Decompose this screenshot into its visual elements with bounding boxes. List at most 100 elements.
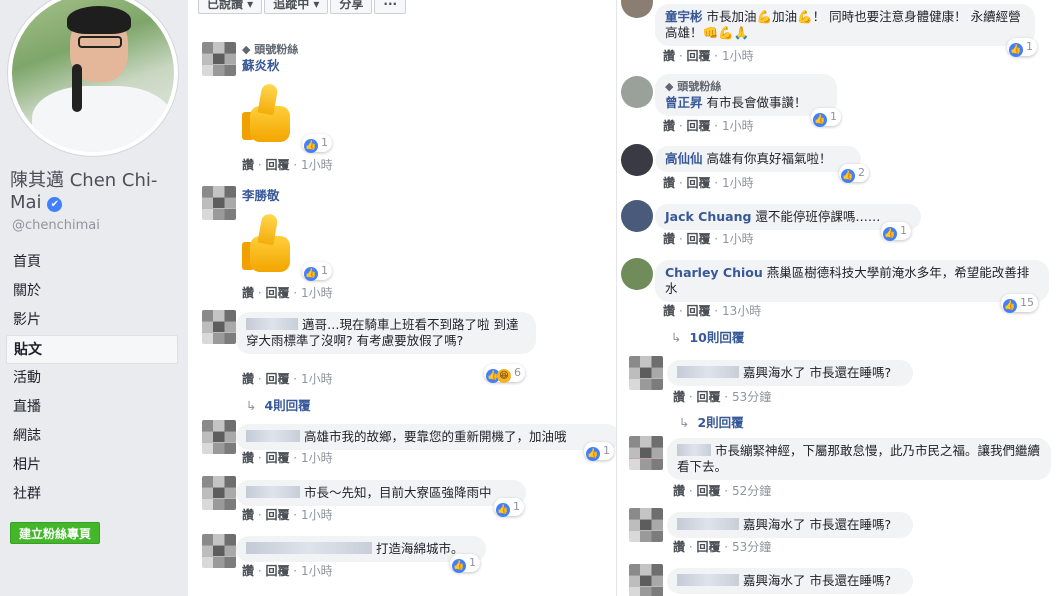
comment-author[interactable]: 曾正昇 [665, 95, 703, 110]
reply-avatar[interactable] [629, 508, 663, 542]
commenter-avatar[interactable] [621, 76, 653, 108]
commenter-avatar[interactable] [202, 186, 236, 220]
reply-link[interactable]: 回覆 [686, 304, 710, 318]
nav-videos[interactable]: 影片 [6, 306, 178, 335]
reply-link[interactable]: 回覆 [265, 451, 289, 465]
reaction-count[interactable]: 👍 15 [1001, 294, 1038, 313]
reaction-count[interactable]: 👍😆 6 [484, 364, 525, 383]
comment-author[interactable]: 童宇彬 [665, 9, 703, 24]
comment-time[interactable]: 1小時 [301, 564, 333, 578]
comment-time[interactable]: 1小時 [722, 49, 754, 63]
reply-link[interactable]: 回覆 [686, 119, 710, 133]
page-handle[interactable]: @chenchimai [12, 218, 100, 233]
more-button[interactable]: ··· [374, 0, 407, 14]
reply-link[interactable]: 回覆 [265, 372, 289, 386]
reaction-count[interactable]: 👍 1 [881, 222, 911, 241]
like-link[interactable]: 讚 [663, 304, 675, 318]
comment-author[interactable]: Jack Chuang [665, 209, 751, 224]
view-replies-link[interactable]: ↳ 4則回覆 [246, 395, 311, 414]
reply-link[interactable]: 回覆 [686, 176, 710, 190]
comment-time[interactable]: 1小時 [301, 508, 333, 522]
nav-community[interactable]: 社群 [6, 480, 178, 509]
comment-author[interactable]: 蘇炎秋 [242, 58, 280, 73]
like-link[interactable]: 讚 [663, 176, 675, 190]
share-button[interactable]: 分享 [330, 0, 373, 14]
commenter-avatar[interactable] [202, 420, 236, 454]
nav-posts[interactable]: 貼文 [6, 335, 178, 364]
reaction-count[interactable]: 👍 1 [450, 554, 480, 573]
page-name[interactable]: 陳其邁 Chen Chi-Mai ✔ [10, 170, 180, 214]
reaction-count[interactable]: 👍 1 [811, 108, 841, 127]
reply-avatar[interactable] [629, 436, 663, 470]
comment-time[interactable]: 1小時 [722, 232, 754, 246]
like-link[interactable]: 讚 [663, 49, 675, 63]
nav-notes[interactable]: 網誌 [6, 422, 178, 451]
reaction-count[interactable]: 👍 1 [584, 442, 614, 461]
like-icon: 👍 [1009, 43, 1023, 57]
reaction-count[interactable]: 👍 1 [1007, 38, 1037, 57]
like-link[interactable]: 讚 [242, 286, 254, 300]
reaction-count[interactable]: 👍 1 [494, 498, 524, 517]
comment-meta: 讚 · 回覆 · 1小時 [242, 286, 333, 300]
reply-time[interactable]: 53分鐘 [732, 390, 771, 404]
like-link[interactable]: 讚 [673, 540, 685, 554]
reply-link[interactable]: 回覆 [686, 232, 710, 246]
profile-avatar[interactable] [8, 0, 178, 156]
like-link[interactable]: 讚 [663, 232, 675, 246]
like-link[interactable]: 讚 [242, 158, 254, 172]
reply-link[interactable]: 回覆 [696, 540, 720, 554]
commenter-avatar[interactable] [202, 476, 236, 510]
commenter-avatar[interactable] [202, 310, 236, 344]
like-link[interactable]: 讚 [673, 390, 685, 404]
reply-avatar[interactable] [629, 356, 663, 390]
comment-author[interactable]: Charley Chiou [665, 265, 763, 280]
reply-link[interactable]: 回覆 [696, 390, 720, 404]
comment-time[interactable]: 1小時 [722, 176, 754, 190]
commenter-avatar[interactable] [621, 258, 653, 290]
like-link[interactable]: 讚 [242, 508, 254, 522]
reply-link[interactable]: 回覆 [265, 158, 289, 172]
reply-link[interactable]: 回覆 [265, 286, 289, 300]
blurred-author [246, 542, 372, 554]
reaction-count[interactable]: 👍 2 [839, 164, 869, 183]
liked-button[interactable]: 已說讚 ▾ [198, 0, 263, 14]
commenter-avatar[interactable] [621, 144, 653, 176]
comment-time[interactable]: 13小時 [722, 304, 761, 318]
comment-time[interactable]: 1小時 [722, 119, 754, 133]
like-link[interactable]: 讚 [242, 372, 254, 386]
like-link[interactable]: 讚 [242, 564, 254, 578]
page-name-text[interactable]: 陳其邁 Chen Chi-Mai [10, 170, 157, 213]
comment-time[interactable]: 1小時 [301, 372, 333, 386]
comment-time[interactable]: 1小時 [301, 286, 333, 300]
commenter-avatar[interactable] [202, 42, 236, 76]
nav-live[interactable]: 直播 [6, 393, 178, 422]
reply-link[interactable]: 回覆 [265, 508, 289, 522]
like-link[interactable]: 讚 [663, 119, 675, 133]
comment-author[interactable]: 李勝敬 [242, 188, 280, 203]
reply-link[interactable]: 回覆 [696, 484, 720, 498]
like-link[interactable]: 讚 [242, 451, 254, 465]
comment-author[interactable]: 高仙仙 [665, 151, 703, 166]
reaction-count[interactable]: 👍 1 [302, 262, 332, 281]
reply-link[interactable]: 回覆 [686, 49, 710, 63]
reply-link[interactable]: 回覆 [265, 564, 289, 578]
nav-events[interactable]: 活動 [6, 364, 178, 393]
view-replies-link[interactable]: ↳ 10則回覆 [671, 327, 744, 346]
nav-home[interactable]: 首頁 [6, 248, 178, 277]
like-icon: 👍 [452, 559, 466, 573]
view-replies-link[interactable]: ↳ 2則回覆 [679, 412, 744, 431]
following-button[interactable]: 追蹤中 ▾ [264, 0, 329, 14]
reply-time[interactable]: 52分鐘 [732, 484, 771, 498]
like-link[interactable]: 讚 [673, 484, 685, 498]
nav-about[interactable]: 關於 [6, 277, 178, 306]
commenter-avatar[interactable] [621, 0, 653, 18]
commenter-avatar[interactable] [621, 200, 653, 232]
reaction-count[interactable]: 👍 1 [302, 134, 332, 153]
nav-photos[interactable]: 相片 [6, 451, 178, 480]
reply-avatar[interactable] [629, 564, 663, 596]
reply-time[interactable]: 53分鐘 [732, 540, 771, 554]
commenter-avatar[interactable] [202, 534, 236, 568]
comment-time[interactable]: 1小時 [301, 451, 333, 465]
create-page-button[interactable]: 建立粉絲專頁 [10, 522, 101, 544]
comment-time[interactable]: 1小時 [301, 158, 333, 172]
